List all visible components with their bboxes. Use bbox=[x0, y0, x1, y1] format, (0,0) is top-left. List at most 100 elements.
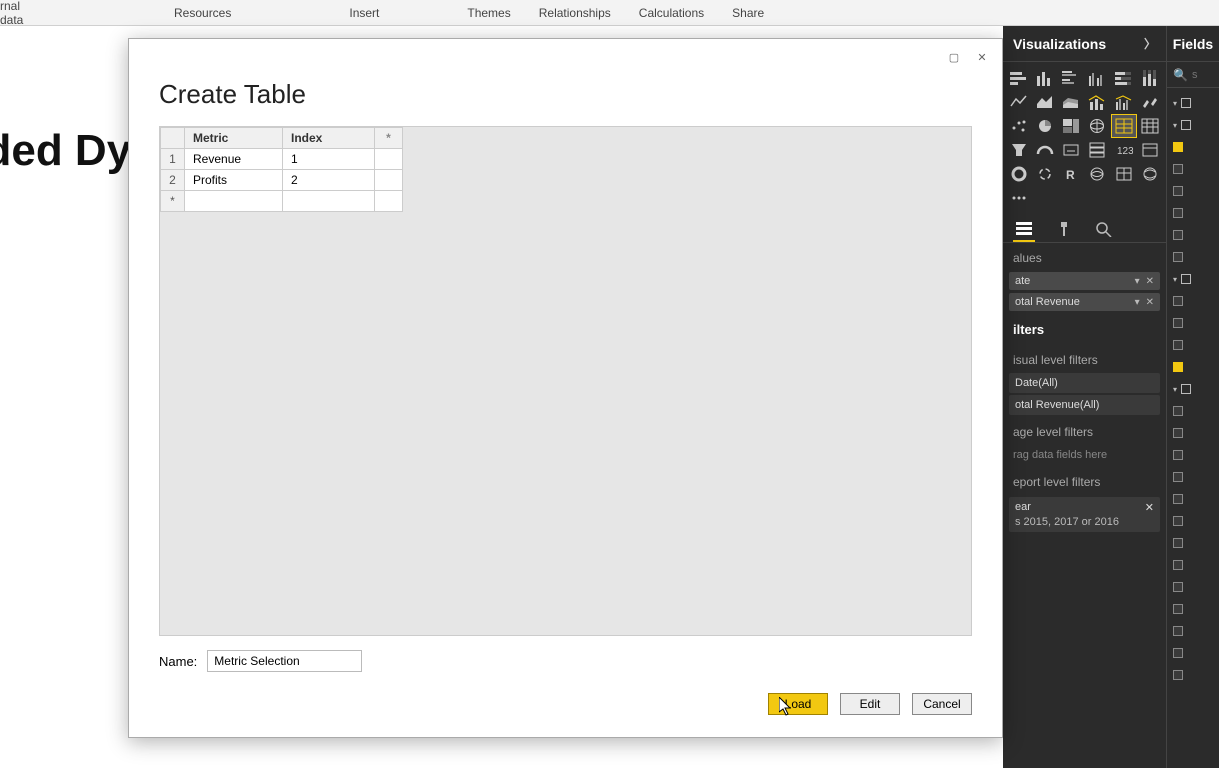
treemap-icon[interactable] bbox=[1059, 115, 1083, 137]
cell-index[interactable]: 1 bbox=[283, 149, 375, 170]
clustered-bar-icon[interactable] bbox=[1059, 67, 1083, 89]
header-index[interactable]: Index bbox=[283, 128, 375, 149]
list-item[interactable] bbox=[1167, 136, 1219, 158]
list-item[interactable] bbox=[1167, 532, 1219, 554]
header-metric[interactable]: Metric bbox=[185, 128, 283, 149]
analytics-tab-icon[interactable] bbox=[1093, 220, 1115, 242]
field-pill-date[interactable]: ate ▾✕ bbox=[1009, 272, 1160, 290]
list-item[interactable] bbox=[1167, 422, 1219, 444]
table-new-row[interactable]: * bbox=[161, 191, 403, 212]
table-name-input[interactable] bbox=[207, 650, 362, 672]
cell-index[interactable]: 2 bbox=[283, 170, 375, 191]
chevron-right-icon[interactable]: 〉 bbox=[1144, 35, 1156, 52]
list-item[interactable] bbox=[1167, 246, 1219, 268]
chevron-down-icon[interactable]: ▾ bbox=[1135, 297, 1140, 308]
header-add-column[interactable]: * bbox=[375, 128, 403, 149]
clustered-column-icon[interactable] bbox=[1085, 67, 1109, 89]
load-button[interactable]: Load bbox=[768, 693, 828, 715]
fields-table-node[interactable]: ▾ bbox=[1167, 114, 1219, 136]
table-alt-icon[interactable] bbox=[1112, 163, 1136, 185]
table-row[interactable]: 1 Revenue 1 bbox=[161, 149, 403, 170]
filled-map-icon[interactable] bbox=[1085, 163, 1109, 185]
ellipsis-icon[interactable] bbox=[1007, 187, 1031, 209]
slicer-icon[interactable] bbox=[1138, 139, 1162, 161]
list-item[interactable] bbox=[1167, 664, 1219, 686]
ribbon-tab-insert[interactable]: Insert bbox=[335, 0, 393, 25]
list-item[interactable] bbox=[1167, 642, 1219, 664]
area-chart-icon[interactable] bbox=[1033, 91, 1057, 113]
ribbon-tab-themes[interactable]: Themes bbox=[453, 0, 524, 25]
table-row[interactable]: 2 Profits 2 bbox=[161, 170, 403, 191]
maximize-icon[interactable]: ▢ bbox=[940, 47, 968, 67]
format-tab-icon[interactable] bbox=[1053, 220, 1075, 242]
list-item[interactable] bbox=[1167, 400, 1219, 422]
chevron-down-icon[interactable]: ▾ bbox=[1135, 276, 1140, 287]
fields-tab-icon[interactable] bbox=[1013, 220, 1035, 242]
hundred-stacked-bar-icon[interactable] bbox=[1112, 67, 1136, 89]
table-grid-area[interactable]: Metric Index * 1 Revenue 1 2 Profits bbox=[159, 126, 972, 636]
list-item[interactable] bbox=[1167, 466, 1219, 488]
edit-button[interactable]: Edit bbox=[840, 693, 900, 715]
cell-metric[interactable]: Revenue bbox=[185, 149, 283, 170]
close-icon[interactable]: ✕ bbox=[968, 47, 996, 67]
cell-extra[interactable] bbox=[375, 149, 403, 170]
stacked-column-icon[interactable] bbox=[1033, 67, 1057, 89]
report-filter-year[interactable]: ear ✕ s 2015, 2017 or 2016 bbox=[1009, 497, 1160, 532]
remove-filter-icon[interactable]: ✕ bbox=[1145, 501, 1154, 514]
fields-table-node[interactable]: ▾ bbox=[1167, 92, 1219, 114]
filter-date[interactable]: Date(All) bbox=[1009, 373, 1160, 393]
list-item[interactable] bbox=[1167, 598, 1219, 620]
remove-field-icon[interactable]: ✕ bbox=[1146, 297, 1154, 308]
fields-tree[interactable]: ▾ ▾ ▾ ▾ bbox=[1167, 88, 1219, 690]
funnel-icon[interactable] bbox=[1007, 139, 1031, 161]
ribbon-tab-share[interactable]: Share bbox=[718, 0, 778, 25]
kpi-icon[interactable]: 123 bbox=[1112, 139, 1136, 161]
list-item[interactable] bbox=[1167, 180, 1219, 202]
pie-chart-icon[interactable] bbox=[1033, 115, 1057, 137]
list-item[interactable] bbox=[1167, 312, 1219, 334]
fields-search[interactable]: 🔍 bbox=[1167, 62, 1219, 88]
ribbon-tab-external-data[interactable]: rnal data bbox=[0, 0, 60, 25]
hundred-stacked-column-icon[interactable] bbox=[1138, 67, 1162, 89]
arcgis-map-icon[interactable] bbox=[1138, 163, 1162, 185]
filter-total-revenue[interactable]: otal Revenue(All) bbox=[1009, 395, 1160, 415]
cell-metric[interactable]: Profits bbox=[185, 170, 283, 191]
line-stacked-column-icon[interactable] bbox=[1085, 91, 1109, 113]
list-item[interactable] bbox=[1167, 510, 1219, 532]
cell-extra[interactable] bbox=[375, 191, 403, 212]
donut-chart-icon[interactable] bbox=[1007, 163, 1031, 185]
ribbon-tab-resources[interactable]: Resources bbox=[160, 0, 245, 25]
map-icon[interactable] bbox=[1085, 115, 1109, 137]
cell-metric[interactable] bbox=[185, 191, 283, 212]
list-item[interactable] bbox=[1167, 224, 1219, 246]
ribbon-chart-icon[interactable] bbox=[1138, 91, 1162, 113]
fields-search-input[interactable] bbox=[1192, 69, 1212, 81]
list-item[interactable] bbox=[1167, 444, 1219, 466]
line-clustered-column-icon[interactable] bbox=[1112, 91, 1136, 113]
scatter-chart-icon[interactable] bbox=[1007, 115, 1031, 137]
matrix-icon[interactable] bbox=[1138, 115, 1162, 137]
list-item[interactable] bbox=[1167, 158, 1219, 180]
list-item[interactable] bbox=[1167, 356, 1219, 378]
visualizations-header[interactable]: Visualizations 〉 bbox=[1003, 26, 1166, 62]
field-pill-total-revenue[interactable]: otal Revenue ▾✕ bbox=[1009, 293, 1160, 311]
table-visual-icon[interactable] bbox=[1112, 115, 1136, 137]
cell-extra[interactable] bbox=[375, 170, 403, 191]
stacked-bar-icon[interactable] bbox=[1007, 67, 1031, 89]
ribbon-tab-relationships[interactable]: Relationships bbox=[525, 0, 625, 25]
list-item[interactable] bbox=[1167, 290, 1219, 312]
line-chart-icon[interactable] bbox=[1007, 91, 1031, 113]
list-item[interactable] bbox=[1167, 620, 1219, 642]
list-item[interactable] bbox=[1167, 554, 1219, 576]
stacked-area-icon[interactable] bbox=[1059, 91, 1083, 113]
fields-table-node[interactable]: ▾ bbox=[1167, 378, 1219, 400]
cell-index[interactable] bbox=[283, 191, 375, 212]
fields-header[interactable]: Fields bbox=[1167, 26, 1219, 62]
gauge-icon[interactable] bbox=[1033, 139, 1057, 161]
ribbon-tab-calculations[interactable]: Calculations bbox=[625, 0, 718, 25]
card-icon[interactable] bbox=[1059, 139, 1083, 161]
multirow-card-icon[interactable] bbox=[1085, 139, 1109, 161]
data-entry-table[interactable]: Metric Index * 1 Revenue 1 2 Profits bbox=[160, 127, 403, 212]
remove-field-icon[interactable]: ✕ bbox=[1146, 276, 1154, 287]
r-visual-icon[interactable]: R bbox=[1059, 163, 1083, 185]
